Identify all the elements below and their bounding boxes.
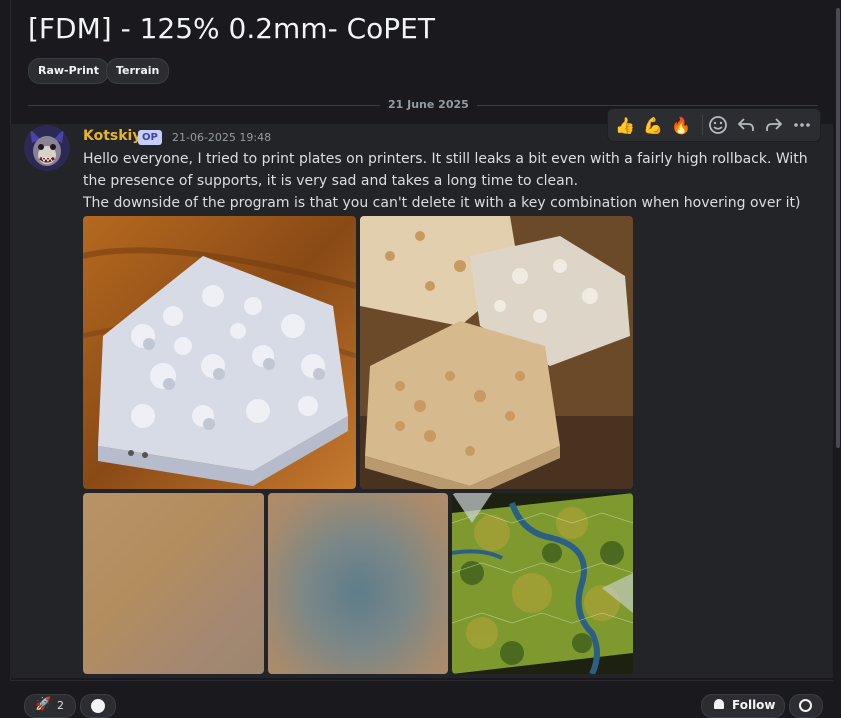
forward-icon[interactable] — [762, 113, 786, 137]
reaction-thumbs-up[interactable]: 👍 — [613, 113, 637, 137]
scrollbar-thumb[interactable] — [836, 8, 840, 448]
follow-button[interactable]: Follow — [701, 694, 785, 718]
reaction-fire[interactable]: 🔥 — [669, 113, 693, 137]
message-content: Hello everyone, I tried to print plates … — [83, 148, 813, 214]
rocket-icon: 🚀 — [35, 697, 52, 712]
attachment-image-3[interactable] — [83, 493, 264, 674]
search-button[interactable] — [789, 694, 823, 718]
attachment-image-1[interactable] — [83, 216, 356, 489]
reaction-pill-rocket[interactable]: 🚀 2 — [24, 694, 76, 718]
attachment-image-4[interactable] — [268, 493, 448, 674]
attachment-image-5[interactable] — [452, 493, 633, 674]
author-name[interactable]: Kotskiy — [83, 128, 141, 144]
attachment-image-2[interactable] — [360, 216, 633, 489]
op-badge: OP — [138, 130, 162, 145]
add-reaction-icon[interactable] — [706, 113, 730, 137]
message-timestamp: 21-06-2025 19:48 — [172, 131, 272, 144]
reaction-muscle[interactable]: 💪 — [641, 113, 665, 137]
add-reaction-icon — [91, 699, 105, 713]
avatar[interactable] — [24, 125, 70, 171]
add-reaction-pill[interactable] — [80, 694, 116, 718]
date-divider-label: 21 June 2025 — [380, 98, 477, 111]
message-line-2: The downside of the program is that you … — [83, 195, 801, 211]
tag-raw-print[interactable]: Raw-Print — [28, 58, 109, 84]
more-icon[interactable] — [790, 113, 814, 137]
toolbar-separator — [702, 115, 703, 135]
reply-icon[interactable] — [734, 113, 758, 137]
tag-terrain[interactable]: Terrain — [106, 58, 170, 84]
message-line-1: Hello everyone, I tried to print plates … — [83, 151, 808, 189]
post-title: [FDM] - 125% 0.2mm- CoPET — [28, 12, 435, 45]
message-toolbar: 👍 💪 🔥 — [607, 108, 821, 142]
bell-icon — [714, 699, 724, 709]
follow-label: Follow — [732, 698, 776, 712]
